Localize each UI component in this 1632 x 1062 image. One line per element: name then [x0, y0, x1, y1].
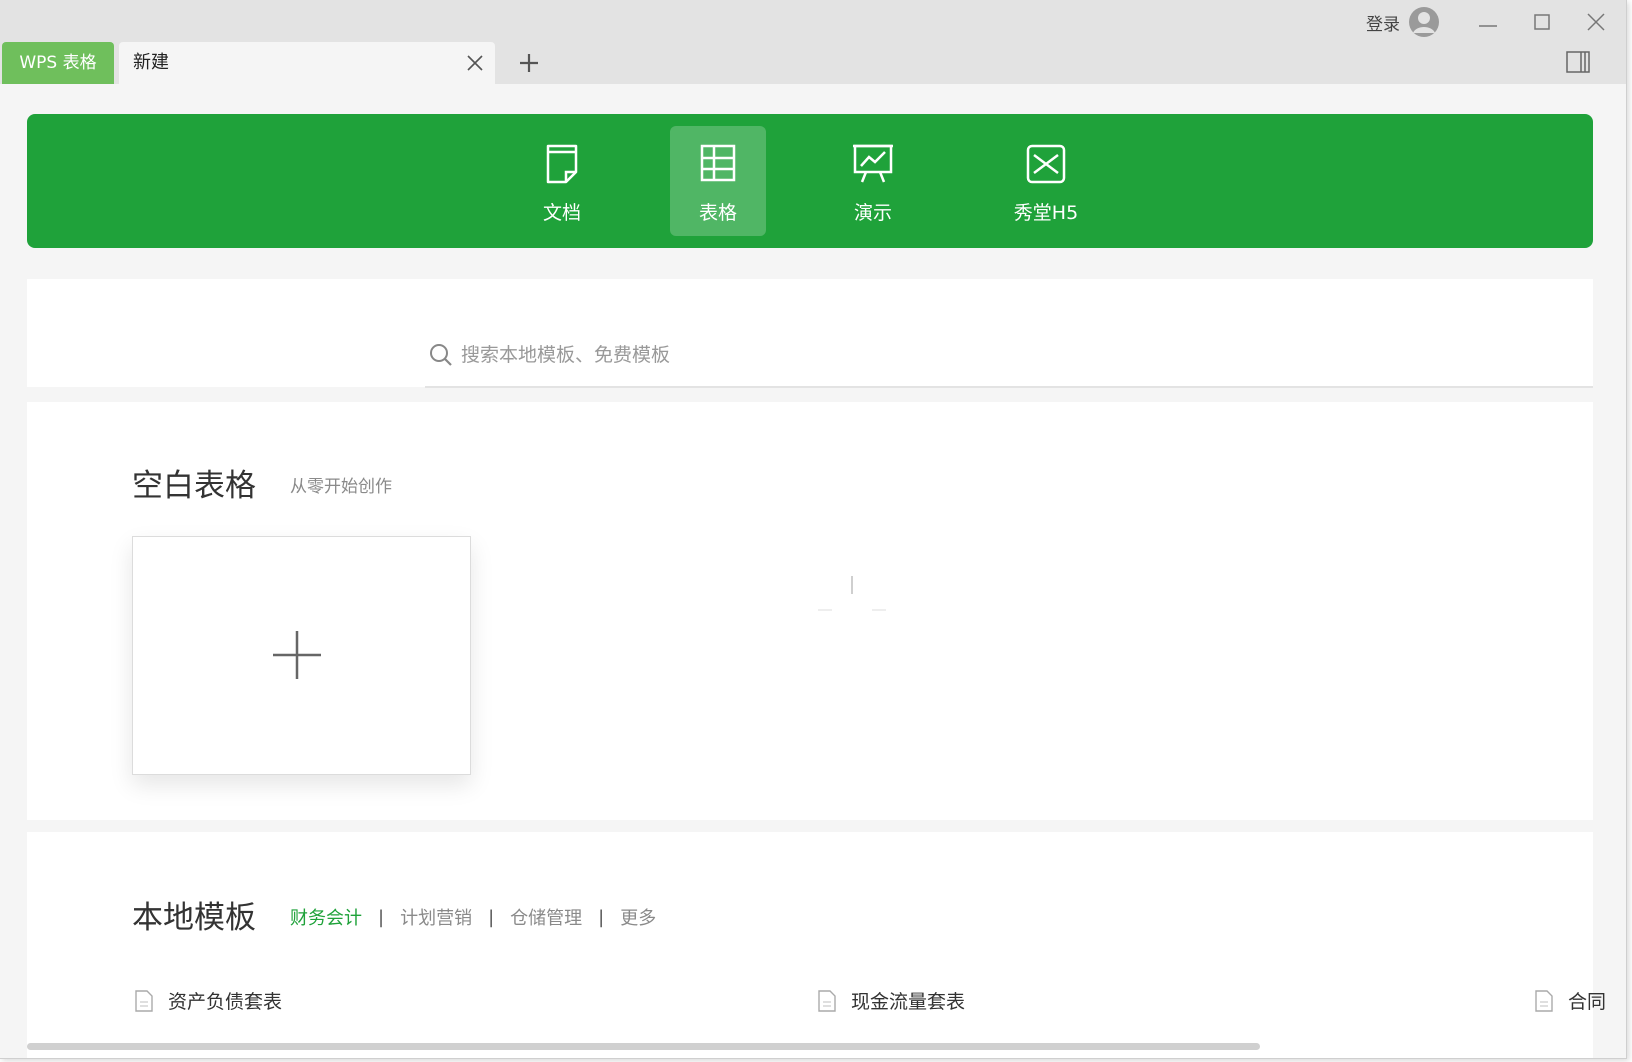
title-bar: WPS 表格 新建 登录 [0, 0, 1626, 84]
template-item[interactable]: 合同 [1534, 987, 1606, 1014]
category-presentation[interactable]: 演示 [825, 126, 921, 236]
file-icon [818, 989, 836, 1012]
filter-marketing[interactable]: 计划营销 [400, 904, 472, 930]
loading-icon [818, 576, 886, 611]
category-label: 秀堂H5 [1013, 202, 1079, 224]
blank-section: 空白表格 从零开始创作 [27, 402, 1593, 820]
template-item[interactable]: 资产负债套表 [134, 987, 282, 1014]
presentation-icon [853, 144, 893, 183]
template-item[interactable]: 现金流量套表 [817, 987, 965, 1014]
tab-new[interactable]: 新建 [119, 42, 495, 84]
filter-divider: | [378, 906, 385, 928]
search-input[interactable] [461, 337, 1161, 373]
filter-divider: | [488, 906, 495, 928]
filter-divider: | [598, 906, 605, 928]
templates-section: 本地模板 财务会计 | 计划营销 | 仓储管理 | 更多 资产负债套表 现金流量… [27, 832, 1606, 1058]
avatar-icon [1409, 7, 1439, 37]
login-label: 登录 [1366, 14, 1400, 35]
file-icon [1535, 989, 1553, 1012]
category-bar: 文档 表格 演示 秀堂H5 [27, 114, 1593, 248]
sidebar-toggle-icon[interactable] [1565, 50, 1591, 74]
section-title: 空白表格 [132, 468, 256, 504]
horizontal-scrollbar[interactable] [27, 1043, 1260, 1050]
search-icon [430, 344, 452, 366]
category-label: 文档 [542, 202, 581, 224]
section-subtitle: 从零开始创作 [290, 477, 392, 497]
filter-warehouse[interactable]: 仓储管理 [510, 904, 582, 930]
template-name: 现金流量套表 [851, 991, 966, 1013]
h5-icon [1026, 144, 1066, 184]
maximize-icon[interactable] [1530, 10, 1554, 34]
template-name: 资产负债套表 [168, 991, 283, 1013]
tab-label: 新建 [133, 52, 169, 73]
category-document[interactable]: 文档 [514, 126, 610, 236]
close-window-icon[interactable] [1584, 10, 1608, 34]
close-tab-icon[interactable] [465, 53, 485, 73]
category-label: 表格 [698, 202, 737, 224]
plus-icon [273, 631, 321, 679]
search-underline [425, 386, 1593, 388]
new-blank-spreadsheet-card[interactable] [132, 536, 471, 775]
file-icon [135, 989, 153, 1012]
login-button[interactable]: 登录 [1366, 6, 1440, 38]
template-name: 合同 [1568, 991, 1607, 1013]
search-panel [27, 279, 1593, 388]
spreadsheet-icon [700, 144, 736, 182]
document-icon [546, 144, 578, 184]
filter-finance[interactable]: 财务会计 [290, 904, 362, 930]
add-tab-icon[interactable] [516, 50, 542, 76]
section-title: 本地模板 [132, 900, 256, 936]
filter-more[interactable]: 更多 [620, 904, 656, 930]
category-h5[interactable]: 秀堂H5 [991, 126, 1101, 236]
template-filter-bar: 财务会计 | 计划营销 | 仓储管理 | 更多 [290, 904, 656, 930]
category-label: 演示 [853, 202, 892, 224]
minimize-icon[interactable] [1476, 10, 1500, 34]
category-spreadsheet[interactable]: 表格 [670, 126, 766, 236]
app-window: WPS 表格 新建 登录 文档 表格 演示 秀堂H5 搜索本地模板、免费模板 空… [0, 0, 1627, 1059]
app-tab[interactable]: WPS 表格 [2, 42, 114, 84]
